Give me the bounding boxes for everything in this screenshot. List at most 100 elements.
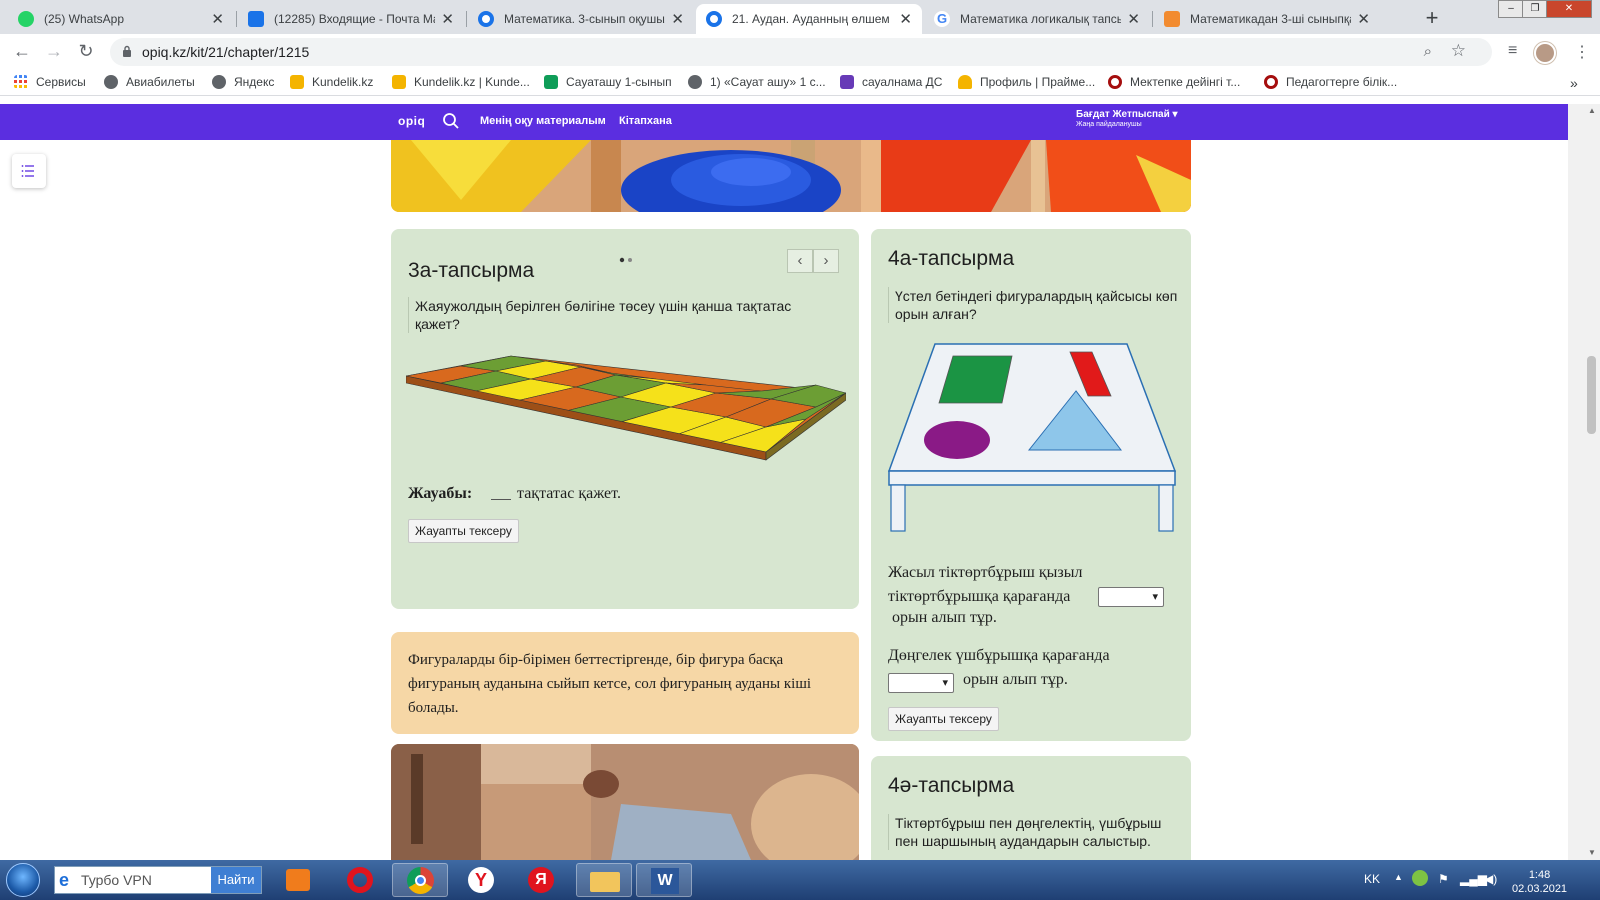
bookmark-sauatashu[interactable]: Сауаташу 1-сынып <box>544 75 672 89</box>
bookmark-kundelik[interactable]: Kundelik.kz <box>290 75 373 89</box>
table-of-contents-button[interactable] <box>12 154 46 188</box>
bookmark-mektepke[interactable]: Мектепке дейінгі т... <box>1108 75 1240 89</box>
task-4b-title: 4ә-тапсырма <box>888 774 1015 797</box>
bookmark-profile[interactable]: Профиль | Прайме... <box>958 75 1095 89</box>
check-answer-button[interactable]: Жауапты тексеру <box>888 707 999 731</box>
check-answer-button[interactable]: Жауапты тексеру <box>408 519 519 543</box>
site-logo[interactable]: opiq <box>398 114 425 128</box>
tab-mail[interactable]: (12285) Входящие - Почта Mail ✕ <box>238 4 464 34</box>
task-4b-question: Тіктөртбұрыш пен дөңгелектің, үшбұрыш пе… <box>888 814 1178 850</box>
window-close-button[interactable]: ✕ <box>1546 0 1592 18</box>
close-icon[interactable]: ✕ <box>1127 10 1140 28</box>
url-text: opiq.kz/kit/21/chapter/1215 <box>142 44 310 60</box>
close-icon[interactable]: ✕ <box>1357 10 1370 28</box>
comparison-1-suffix: орын алып тұр. <box>892 609 997 626</box>
comparison-2-select[interactable]: ▾ <box>888 673 954 693</box>
tab-whatsapp[interactable]: (25) WhatsApp ✕ <box>8 4 234 34</box>
browser-toolbar: ← → ↻ opiq.kz/kit/21/chapter/1215 ⌕ ☆ ≡ … <box>0 34 1600 70</box>
page-scrollbar[interactable]: ▲ ▼ <box>1568 104 1600 860</box>
bookmark-pedagog[interactable]: Педагогтерге білік... <box>1264 75 1397 89</box>
close-icon[interactable]: ✕ <box>671 10 684 28</box>
scroll-down-icon[interactable]: ▼ <box>1588 848 1596 857</box>
signal-icon[interactable]: ▂▄▆ <box>1460 872 1487 886</box>
scroll-up-icon[interactable]: ▲ <box>1588 106 1596 115</box>
whatsapp-icon <box>18 11 34 27</box>
start-button[interactable] <box>6 863 40 897</box>
task-3a-title: 3а-тапсырма <box>408 259 535 282</box>
system-clock[interactable]: 1:48 02.03.2021 <box>1512 868 1567 896</box>
taskbar-search-button[interactable]: Найти <box>211 867 261 893</box>
avatar[interactable] <box>1534 42 1556 64</box>
scrollbar-thumb[interactable] <box>1587 356 1596 434</box>
comparison-2-suffix: орын алып тұр. <box>963 671 1068 688</box>
network-shield-icon[interactable] <box>1412 870 1428 886</box>
tab-math-3[interactable]: Математика. 3-сынып оқушыла ✕ <box>468 4 694 34</box>
bookmark-sauat-ashu[interactable]: 1) «Сауат ашу» 1 с... <box>688 75 826 89</box>
media-player-icon[interactable] <box>270 863 326 897</box>
ie-icon: e <box>59 870 70 890</box>
rule-note-card: Фигураларды бір-бірімен беттестіргенде, … <box>391 632 859 734</box>
tray-expand-icon[interactable]: ▲ <box>1394 872 1403 882</box>
minimize-button[interactable]: – <box>1498 0 1524 18</box>
paving-tiles-illustration <box>406 355 846 461</box>
search-icon[interactable] <box>442 112 460 130</box>
tab-area-active[interactable]: 21. Аудан. Ауданның өлшем бі ✕ <box>696 4 922 34</box>
bookmark-kundelik-2[interactable]: Kundelik.kz | Kunde... <box>392 75 530 89</box>
address-bar[interactable]: opiq.kz/kit/21/chapter/1215 ⌕ ☆ <box>110 38 1492 66</box>
apps-icon <box>14 75 27 88</box>
user-menu[interactable]: Бағдат Жетпыспай ▾ Жаңа пайдаланушы <box>1076 110 1178 130</box>
volume-icon[interactable]: ◀) <box>1484 872 1497 886</box>
task-3a-question: Жаяужолдың берілген бөлігіне төсеу үшін … <box>408 297 838 333</box>
bookmark-sauyalnama[interactable]: сауалнама ДС <box>840 75 942 89</box>
opera-icon[interactable] <box>332 863 388 897</box>
media-icon[interactable]: ≡ <box>1508 42 1517 60</box>
zoom-icon[interactable]: ⌕ <box>1424 43 1432 60</box>
flag-icon[interactable]: ⚑ <box>1438 872 1449 886</box>
yandex-icon[interactable]: Я <box>514 863 570 897</box>
taskbar-search[interactable]: e Турбо VPN Найти <box>54 866 262 894</box>
menu-icon[interactable]: ⋮ <box>1574 42 1590 62</box>
new-tab-button[interactable]: + <box>1418 6 1446 32</box>
answer-input[interactable] <box>491 499 511 500</box>
kundelik-icon <box>392 75 406 89</box>
table-shapes-illustration <box>887 343 1177 532</box>
next-slide-button[interactable]: › <box>813 249 839 273</box>
tab-video[interactable]: Математикадан 3-ші сыныпқа ✕ <box>1154 4 1380 34</box>
tab-google[interactable]: G Математика логикалық тапсыр ✕ <box>924 4 1150 34</box>
bookmarks-bar: Сервисы Авиабилеты Яндекс Kundelik.kz Ku… <box>0 70 1600 96</box>
bookmarks-more[interactable]: » <box>1570 75 1578 91</box>
close-icon[interactable]: ✕ <box>211 10 224 28</box>
globe-icon <box>688 75 702 89</box>
back-icon[interactable]: ← <box>10 40 34 64</box>
bookmark-avia[interactable]: Авиабилеты <box>104 75 195 89</box>
bookmark-yandex[interactable]: Яндекс <box>212 75 274 89</box>
taskbar-search-placeholder: Турбо VPN <box>81 872 152 888</box>
bookmark-services[interactable]: Сервисы <box>14 75 86 89</box>
globe-icon <box>104 75 118 89</box>
chrome-icon[interactable] <box>392 863 448 897</box>
search-icon <box>1264 75 1278 89</box>
forward-icon[interactable]: → <box>42 40 66 64</box>
reload-icon[interactable]: ↻ <box>74 40 98 64</box>
close-icon[interactable]: ✕ <box>899 10 912 28</box>
maximize-button[interactable]: ❐ <box>1522 0 1548 18</box>
explorer-icon[interactable] <box>576 863 632 897</box>
yandex-browser-icon[interactable]: Y <box>454 863 510 897</box>
tab-strip: (25) WhatsApp ✕ (12285) Входящие - Почта… <box>0 0 1600 34</box>
task-3a-card: 3а-тапсырма ‹ › Жаяужолдың берілген бөлі… <box>391 229 859 609</box>
nav-my-materials[interactable]: Менің оқу материалым <box>480 115 606 127</box>
comparison-1-select[interactable]: ▾ <box>1098 587 1164 607</box>
word-icon[interactable]: W <box>636 863 692 897</box>
lesson-photo <box>391 744 859 860</box>
tab-separator <box>466 11 467 27</box>
task-4a-card: 4а-тапсырма Үстел бетіндегі фигуралардың… <box>871 229 1191 741</box>
opiq-icon <box>706 11 722 27</box>
nav-library[interactable]: Кітапхана <box>619 115 672 127</box>
language-indicator[interactable]: KK <box>1364 872 1380 886</box>
opiq-icon <box>478 11 494 27</box>
bookmark-star-icon[interactable]: ☆ <box>1451 41 1466 61</box>
close-icon[interactable]: ✕ <box>441 10 454 28</box>
chevron-down-icon: ▾ <box>1152 591 1158 603</box>
prev-slide-button[interactable]: ‹ <box>787 249 813 273</box>
sheet-icon <box>544 75 558 89</box>
